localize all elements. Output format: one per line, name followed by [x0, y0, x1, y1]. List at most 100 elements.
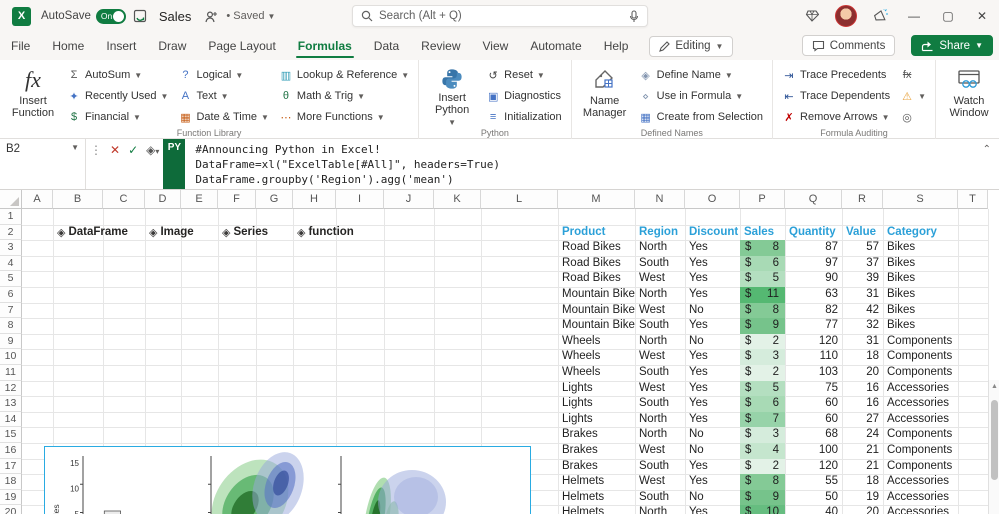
- row-header-13[interactable]: 13: [0, 396, 22, 412]
- confirm-entry-icon[interactable]: ✓: [128, 143, 138, 157]
- row-header-2[interactable]: 2: [0, 224, 22, 241]
- python-object-icon[interactable]: ◈▾: [146, 143, 159, 157]
- microphone-icon[interactable]: [629, 9, 639, 23]
- name-box[interactable]: B2 ▼: [0, 139, 86, 189]
- column-header-C[interactable]: C: [103, 190, 145, 209]
- column-header-A[interactable]: A: [22, 190, 53, 209]
- math-trig-button[interactable]: θ Math & Trig ▼: [276, 87, 412, 105]
- autosum-button[interactable]: Σ AutoSum ▼: [64, 66, 171, 84]
- column-header-B[interactable]: B: [53, 190, 103, 209]
- column-header-P[interactable]: P: [740, 190, 785, 209]
- insert-python-button[interactable]: Insert Python ▼: [425, 64, 479, 127]
- reset-button[interactable]: ↺ Reset ▼: [483, 66, 564, 84]
- column-header-F[interactable]: F: [218, 190, 256, 209]
- column-header-T[interactable]: T: [958, 190, 988, 209]
- name-manager-button[interactable]: Name Manager: [578, 64, 632, 127]
- row-header-3[interactable]: 3: [0, 240, 22, 256]
- row-header-6[interactable]: 6: [0, 287, 22, 303]
- row-header-1[interactable]: 1: [0, 209, 22, 225]
- close-button[interactable]: ✕: [965, 0, 999, 32]
- minimize-button[interactable]: —: [897, 0, 931, 32]
- lookup-reference-button[interactable]: ▥ Lookup & Reference ▼: [276, 66, 412, 84]
- select-all-corner[interactable]: [0, 190, 22, 209]
- scroll-up-icon[interactable]: ▲: [989, 383, 999, 390]
- python-object-chip-image[interactable]: ◈ Image: [149, 225, 194, 241]
- row-header-14[interactable]: 14: [0, 411, 22, 428]
- share-people-icon[interactable]: [204, 10, 219, 23]
- tab-view[interactable]: View: [472, 32, 520, 60]
- trace-precedents-button[interactable]: ⇥ Trace Precedents: [779, 66, 893, 84]
- column-header-S[interactable]: S: [883, 190, 958, 209]
- column-header-N[interactable]: N: [635, 190, 685, 209]
- formula-code-editor[interactable]: #Announcing Python in Excel! DataFrame=x…: [185, 139, 999, 189]
- tab-formulas[interactable]: Formulas: [287, 32, 363, 60]
- announce-megaphone-icon[interactable]: [863, 0, 897, 32]
- autosave-control[interactable]: AutoSave On: [41, 8, 126, 24]
- tab-automate[interactable]: Automate: [519, 32, 592, 60]
- financial-button[interactable]: $ Financial ▼: [64, 108, 171, 126]
- user-avatar[interactable]: [835, 5, 857, 27]
- column-header-R[interactable]: R: [842, 190, 883, 209]
- row-header-19[interactable]: 19: [0, 489, 22, 506]
- logical-button[interactable]: ? Logical ▼: [175, 66, 271, 84]
- maximize-button[interactable]: ▢: [931, 0, 965, 32]
- watch-window-button[interactable]: Watch Window: [942, 64, 996, 127]
- saved-status[interactable]: • Saved ▼: [226, 10, 275, 22]
- tab-insert[interactable]: Insert: [95, 32, 147, 60]
- tab-review[interactable]: Review: [410, 32, 471, 60]
- diagnostics-button[interactable]: ▣ Diagnostics: [483, 87, 564, 105]
- column-header-E[interactable]: E: [181, 190, 218, 209]
- row-header-16[interactable]: 16: [0, 443, 22, 459]
- editing-mode-button[interactable]: Editing ▼: [649, 35, 734, 57]
- column-header-M[interactable]: M: [558, 190, 635, 209]
- python-object-chip-series[interactable]: ◈ Series: [222, 225, 268, 241]
- text-button[interactable]: A Text ▼: [175, 87, 271, 105]
- row-header-12[interactable]: 12: [0, 380, 22, 397]
- row-header-20[interactable]: 20: [0, 505, 22, 514]
- row-header-18[interactable]: 18: [0, 474, 22, 490]
- tab-page-layout[interactable]: Page Layout: [197, 32, 286, 60]
- column-header-G[interactable]: G: [256, 190, 293, 209]
- column-header-I[interactable]: I: [336, 190, 384, 209]
- remove-arrows-button[interactable]: ✗ Remove Arrows ▼: [779, 108, 893, 126]
- row-header-17[interactable]: 17: [0, 458, 22, 475]
- column-header-H[interactable]: H: [293, 190, 336, 209]
- row-header-4[interactable]: 4: [0, 255, 22, 272]
- row-header-11[interactable]: 11: [0, 365, 22, 381]
- search-input[interactable]: Search (Alt + Q): [352, 5, 648, 27]
- pairplot-chart-object[interactable]: SalesQuantity15105015010050CategoryBikes…: [44, 446, 531, 514]
- create-from-selection-button[interactable]: ▦ Create from Selection: [636, 108, 766, 126]
- column-header-Q[interactable]: Q: [785, 190, 842, 209]
- more-functions-button[interactable]: ⋯ More Functions ▼: [276, 108, 412, 126]
- tab-home[interactable]: Home: [41, 32, 95, 60]
- row-header-5[interactable]: 5: [0, 271, 22, 287]
- scrollbar-thumb[interactable]: [991, 400, 998, 480]
- row-header-10[interactable]: 10: [0, 349, 22, 365]
- column-header-J[interactable]: J: [384, 190, 434, 209]
- autosave-toggle[interactable]: On: [95, 8, 126, 24]
- save-icon[interactable]: [133, 9, 148, 24]
- initialization-button[interactable]: ≡ Initialization: [483, 108, 564, 126]
- spreadsheet-grid[interactable]: A B C D E F G H I J K L M N O P Q R S T 1 2 3 4 5 6 7 8 9 10 11 12 13 14 1…: [0, 190, 999, 514]
- date-time-button[interactable]: ▦ Date & Time ▼: [175, 108, 271, 126]
- vertical-scrollbar[interactable]: ▲ ▼: [988, 380, 999, 514]
- column-header-O[interactable]: O: [685, 190, 740, 209]
- row-header-8[interactable]: 8: [0, 318, 22, 334]
- tab-help[interactable]: Help: [593, 32, 640, 60]
- define-name-button[interactable]: ◈ Define Name ▼: [636, 66, 766, 84]
- tab-file[interactable]: File: [0, 32, 41, 60]
- premium-gem-icon[interactable]: [795, 0, 829, 32]
- row-header-7[interactable]: 7: [0, 302, 22, 319]
- errorcheck-button[interactable]: ⚠ ▼: [897, 87, 929, 105]
- share-button[interactable]: Share ▼: [911, 35, 993, 56]
- more-options-dots-icon[interactable]: ⋮: [90, 143, 102, 157]
- column-header-K[interactable]: K: [434, 190, 481, 209]
- document-title[interactable]: Sales: [159, 9, 192, 24]
- collapse-formula-bar-icon[interactable]: ⌃: [983, 144, 991, 155]
- column-header-L[interactable]: L: [481, 190, 558, 209]
- python-object-chip-function[interactable]: ◈ function: [297, 225, 354, 241]
- tab-data[interactable]: Data: [363, 32, 410, 60]
- recently-used-button[interactable]: ✦ Recently Used ▼: [64, 87, 171, 105]
- comments-button[interactable]: Comments: [801, 35, 896, 56]
- python-object-chip-dataframe[interactable]: ◈ DataFrame: [57, 225, 128, 241]
